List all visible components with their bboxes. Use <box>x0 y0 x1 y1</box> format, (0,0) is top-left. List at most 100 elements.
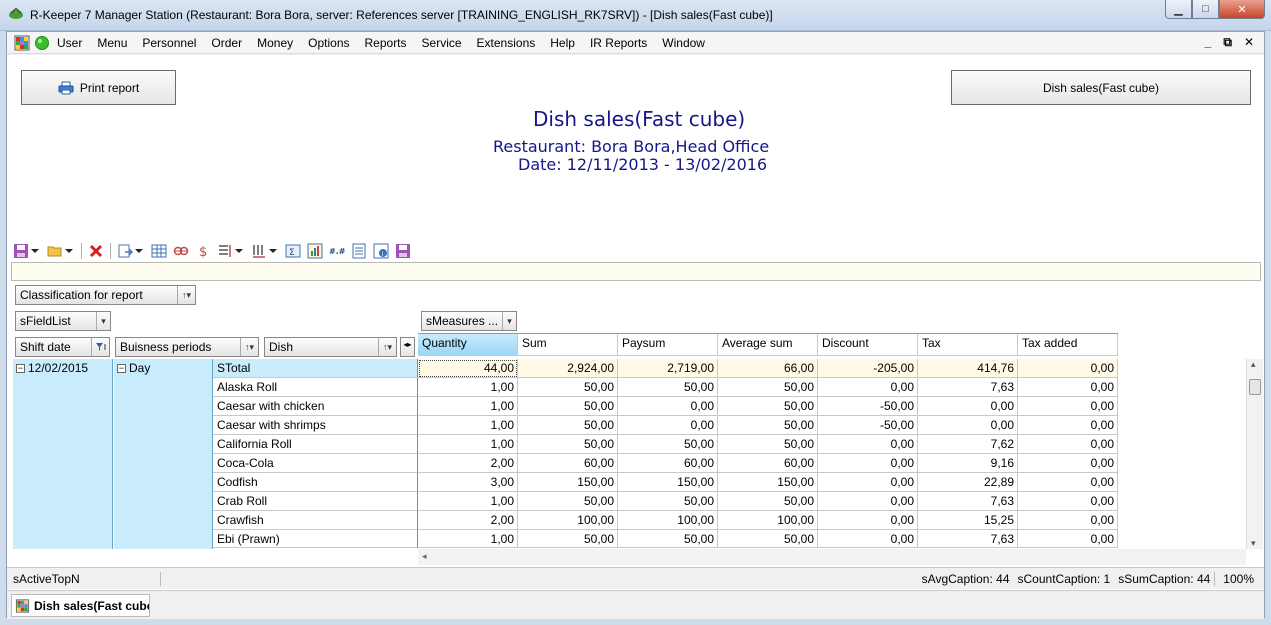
save-icon[interactable] <box>13 243 29 259</box>
data-cell[interactable]: 7,63 <box>918 530 1018 548</box>
currency-icon[interactable]: $ <box>195 243 211 259</box>
data-cell[interactable]: 0,00 <box>1018 378 1118 397</box>
data-cell[interactable]: 0,00 <box>918 397 1018 416</box>
data-cell[interactable]: 150,00 <box>718 473 818 492</box>
data-cell[interactable]: 50,00 <box>518 492 618 511</box>
mdi-minimize-button[interactable]: _ <box>1205 35 1212 50</box>
menu-personnel[interactable]: Personnel <box>142 36 196 50</box>
data-cell[interactable]: 50,00 <box>618 492 718 511</box>
col-header-discount[interactable]: Discount <box>818 334 918 356</box>
data-cell[interactable]: 1,00 <box>418 397 518 416</box>
data-cell[interactable]: 50,00 <box>518 435 618 454</box>
scroll-thumb[interactable] <box>1249 379 1261 395</box>
data-cell[interactable]: 50,00 <box>518 378 618 397</box>
col-header-paysum[interactable]: Paysum <box>618 334 718 356</box>
scroll-up-icon[interactable]: ▴ <box>1251 359 1256 370</box>
chevron-down-icon[interactable]: ▾ <box>96 312 110 330</box>
grid-view-icon[interactable] <box>151 243 167 259</box>
sort-columns-dropdown-icon[interactable] <box>269 249 277 253</box>
menu-reports[interactable]: Reports <box>365 36 407 50</box>
data-cell[interactable]: 414,76 <box>918 359 1018 378</box>
data-cell[interactable]: 1,00 <box>418 435 518 454</box>
data-cell[interactable]: 60,00 <box>718 454 818 473</box>
data-cell[interactable]: 50,00 <box>518 397 618 416</box>
row-header-period[interactable]: − Day <box>114 359 213 549</box>
filter-bar[interactable] <box>11 262 1261 281</box>
data-cell[interactable]: 22,89 <box>918 473 1018 492</box>
col-header-sum[interactable]: Sum <box>518 334 618 356</box>
sort-rows-dropdown-icon[interactable] <box>235 249 243 253</box>
data-cell[interactable]: 3,00 <box>418 473 518 492</box>
data-cell[interactable]: 2,924,00 <box>518 359 618 378</box>
list-icon[interactable] <box>351 243 367 259</box>
mdi-restore-button[interactable]: ⧉ <box>1223 35 1232 50</box>
data-cell[interactable]: 2,00 <box>418 454 518 473</box>
minimize-button[interactable]: ▁ <box>1165 0 1192 19</box>
measures-dropdown[interactable]: sMeasures ... ▾ <box>421 311 517 331</box>
data-cell[interactable]: 7,63 <box>918 378 1018 397</box>
data-cell[interactable]: 50,00 <box>618 435 718 454</box>
field-list-dropdown[interactable]: sFieldList ▾ <box>15 311 111 331</box>
col-header-tax-added[interactable]: Tax added <box>1018 334 1118 356</box>
dish-row-header[interactable]: California Roll <box>213 435 418 454</box>
business-periods-field[interactable]: Buisness periods ↑▾ <box>115 337 259 357</box>
dish-row-header[interactable]: Ebi (Prawn) <box>213 530 418 548</box>
data-cell[interactable]: 9,16 <box>918 454 1018 473</box>
classification-field[interactable]: Classification for report ↑▾ <box>15 285 196 305</box>
maximize-button[interactable]: □ <box>1192 0 1219 19</box>
data-cell[interactable]: 60,00 <box>618 454 718 473</box>
data-cell[interactable]: 0,00 <box>1018 397 1118 416</box>
shift-date-field[interactable]: Shift date <box>15 337 110 357</box>
sort-filter-icon[interactable] <box>91 338 109 356</box>
data-cell[interactable]: 1,00 <box>418 492 518 511</box>
dish-row-header[interactable]: Codfish <box>213 473 418 492</box>
open-dropdown-icon[interactable] <box>65 249 73 253</box>
scroll-down-icon[interactable]: ▾ <box>1251 538 1256 549</box>
data-cell[interactable]: 50,00 <box>718 530 818 548</box>
sort-arrows-icon[interactable]: ↑▾ <box>177 286 195 304</box>
col-header-average-sum[interactable]: Average sum <box>718 334 818 356</box>
menu-options[interactable]: Options <box>308 36 349 50</box>
scroll-left-icon[interactable]: ◂ <box>422 551 427 562</box>
row-header-date[interactable]: − 12/02/2015 <box>13 359 113 549</box>
menu-extensions[interactable]: Extensions <box>477 36 536 50</box>
grid-app-icon[interactable] <box>14 35 30 51</box>
data-cell[interactable]: 0,00 <box>1018 454 1118 473</box>
collapse-icon[interactable]: − <box>16 363 25 373</box>
data-cell[interactable]: 50,00 <box>618 378 718 397</box>
data-cell[interactable]: 0,00 <box>818 473 918 492</box>
totals-icon[interactable]: Σ <box>285 243 301 259</box>
data-cell[interactable]: 100,00 <box>618 511 718 530</box>
data-cell[interactable]: 0,00 <box>918 416 1018 435</box>
sort-columns-icon[interactable] <box>251 243 267 259</box>
data-cell[interactable]: 50,00 <box>718 435 818 454</box>
export-icon[interactable] <box>117 243 133 259</box>
window-titlebar[interactable]: R-Keeper 7 Manager Station (Restaurant: … <box>0 0 1271 31</box>
data-cell[interactable]: 50,00 <box>518 416 618 435</box>
data-cell[interactable]: 0,00 <box>1018 473 1118 492</box>
open-folder-icon[interactable] <box>47 243 63 259</box>
vertical-scrollbar[interactable]: ▴ ▾ <box>1246 359 1263 549</box>
data-cell[interactable]: 0,00 <box>1018 435 1118 454</box>
data-cell[interactable]: 0,00 <box>1018 530 1118 548</box>
menu-window[interactable]: Window <box>662 36 705 50</box>
delete-icon[interactable] <box>88 243 104 259</box>
col-header-tax[interactable]: Tax <box>918 334 1018 356</box>
dish-field[interactable]: Dish ↑▾ <box>264 337 397 357</box>
data-cell[interactable]: 44,00 <box>418 359 518 378</box>
data-cell[interactable]: 0,00 <box>1018 359 1118 378</box>
data-cell[interactable]: 0,00 <box>818 435 918 454</box>
dish-row-header[interactable]: Caesar with shrimps <box>213 416 418 435</box>
data-cell[interactable]: 50,00 <box>718 378 818 397</box>
number-format-icon[interactable]: #.# <box>329 243 345 259</box>
task-tab-dish-sales[interactable]: Dish sales(Fast cube) <box>11 594 150 617</box>
data-cell[interactable]: 0,00 <box>818 454 918 473</box>
row-nav-arrows[interactable]: ◂▸ <box>400 337 415 357</box>
data-cell[interactable]: 50,00 <box>718 416 818 435</box>
data-cell[interactable]: 50,00 <box>718 492 818 511</box>
data-cell[interactable]: 0,00 <box>618 397 718 416</box>
data-cell[interactable]: 1,00 <box>418 530 518 548</box>
data-cell[interactable]: 150,00 <box>518 473 618 492</box>
data-cell[interactable]: 100,00 <box>718 511 818 530</box>
menu-help[interactable]: Help <box>550 36 575 50</box>
